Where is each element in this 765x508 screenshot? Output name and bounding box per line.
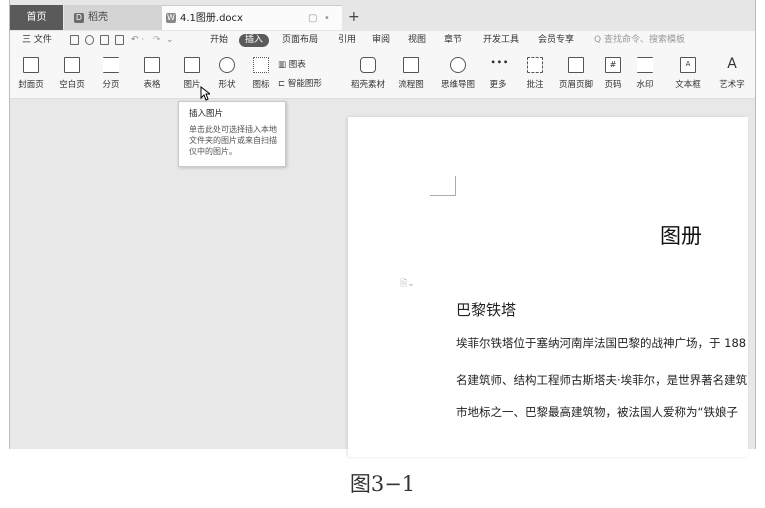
paragraph-line-3: 市地标之一、巴黎最高建筑物，被法国人爱称为“铁娘子 [456, 405, 738, 419]
tab-home-label: 首页 [26, 12, 47, 23]
shape-label: 形状 [218, 80, 236, 90]
cover-page-button[interactable]: 封面页 [10, 50, 52, 96]
print-preview-icon[interactable] [115, 35, 124, 45]
command-search[interactable]: Q 查找命令、搜索模板 [594, 31, 685, 50]
tab-docer-label: 稻壳 [88, 12, 108, 23]
mindmap-button[interactable]: 思维导图 [434, 50, 482, 96]
blank-page-button[interactable]: 空白页 [52, 50, 92, 96]
wordart-icon: A [727, 56, 737, 72]
word-doc-icon: W [166, 13, 176, 23]
more-dots-icon: ∙∙∙ [490, 57, 509, 68]
menu-chapter[interactable]: 章节 [444, 31, 462, 50]
quick-access-dropdown-icon[interactable]: ⌄ [166, 31, 174, 50]
page-number-icon: # [605, 57, 621, 73]
menu-bar: 三 文件 ↶ · ↷ ⌄ 开始 插入 页面布局 引用 审阅 视图 章节 开发工具… [10, 31, 756, 50]
smartart-button[interactable]: ⊏ 智能图形 [278, 77, 322, 89]
mindmap-icon [450, 57, 466, 73]
page-number-button[interactable]: # 页码 [598, 50, 628, 96]
redo-icon[interactable]: ↷ [153, 31, 161, 50]
menu-developer[interactable]: 开发工具 [483, 31, 519, 50]
wordart-label: 艺术字 [719, 80, 745, 90]
blank-page-icon [64, 57, 80, 73]
menu-file[interactable]: 三 文件 [22, 31, 52, 50]
chart-button[interactable]: ▥ 图表 [278, 58, 306, 70]
tab-close-dot-icon[interactable]: • [324, 6, 330, 31]
paragraph-handle-icon[interactable]: 🗎⌄ [400, 276, 415, 292]
mouse-cursor-icon [200, 86, 210, 101]
textbox-label: 文本框 [675, 80, 701, 90]
chart-label: 图表 [288, 60, 306, 70]
comment-button[interactable]: 批注 [518, 50, 552, 96]
flowchart-icon [403, 57, 419, 73]
tab-docer[interactable]: D 稻壳 [64, 5, 162, 30]
menu-member[interactable]: 会员专享 [538, 31, 574, 50]
print-icon[interactable] [100, 35, 109, 45]
page-number-label: 页码 [604, 80, 622, 90]
ribbon-insert: 封面页 空白页 分页 表格 图片 形状 图标 ▥ 图表 ⊏ 智能图形 稻壳素材 … [10, 50, 756, 99]
wordart-button[interactable]: A 艺术字 [710, 50, 754, 96]
tooltip-title: 插入图片 [189, 109, 224, 119]
comment-icon [527, 57, 543, 73]
menu-references[interactable]: 引用 [338, 31, 356, 50]
comment-label: 批注 [526, 80, 544, 90]
docer-material-label: 稻壳素材 [350, 80, 386, 90]
smartart-label: 智能图形 [287, 79, 322, 89]
new-tab-button[interactable]: + [348, 5, 360, 30]
menu-layout[interactable]: 页面布局 [282, 31, 318, 50]
insert-picture-tooltip: 插入图片 单击此处可选择插入本地文件夹的图片或来自扫描仪中的图片。 [178, 101, 286, 167]
picture-label: 图片 [183, 80, 201, 90]
menu-insert[interactable]: 插入 [239, 34, 270, 47]
tab-restore-icon[interactable]: ▢ [308, 6, 317, 31]
icon-library-label: 图标 [252, 80, 270, 90]
undo-icon[interactable]: ↶ · [131, 31, 144, 50]
mindmap-label: 思维导图 [440, 80, 476, 90]
shape-icon [219, 57, 235, 73]
header-footer-icon [568, 57, 584, 73]
cover-page-icon [23, 57, 39, 73]
tab-document[interactable]: W 4.1图册.docx ▢ • [162, 5, 342, 30]
tab-bar: 首页 D 稻壳 W 4.1图册.docx ▢ • + [10, 0, 756, 32]
page-break-button[interactable]: 分页 [92, 50, 130, 96]
header-footer-button[interactable]: 页眉页脚 [554, 50, 598, 96]
tooltip-body: 单击此处可选择插入本地文件夹的图片或来自扫描仪中的图片。 [189, 125, 277, 156]
flowchart-label: 流程图 [398, 80, 424, 90]
page-break-label: 分页 [102, 80, 120, 90]
blank-page-label: 空白页 [59, 80, 85, 90]
tab-document-label: 4.1图册.docx [180, 12, 243, 24]
outer-margin [756, 0, 765, 449]
margin-corner-mark [430, 176, 456, 196]
cover-page-label: 封面页 [18, 80, 44, 90]
figure-caption: 图3−1 [349, 472, 416, 496]
picture-icon [184, 57, 200, 73]
menu-view[interactable]: 视图 [408, 31, 426, 50]
watermark-button[interactable]: 水印 [628, 50, 662, 96]
table-label: 表格 [143, 80, 161, 90]
menu-review[interactable]: 审阅 [372, 31, 390, 50]
shape-button[interactable]: 形状 [208, 50, 246, 96]
docer-material-button[interactable]: 稻壳素材 [346, 50, 390, 96]
watermark-label: 水印 [636, 80, 654, 90]
section-heading: 巴黎铁塔 [456, 301, 517, 319]
icon-library-button[interactable]: 图标 [244, 50, 278, 96]
header-footer-label: 页眉页脚 [558, 80, 594, 90]
flowchart-button[interactable]: 流程图 [390, 50, 432, 96]
table-icon [144, 57, 160, 73]
page-break-icon [103, 57, 119, 73]
textbox-button[interactable]: A 文本框 [670, 50, 706, 96]
docer-material-icon [360, 57, 376, 73]
paragraph-line-2: 名建筑师、结构工程师古斯塔夫·埃菲尔，是世界著名建筑 [456, 373, 748, 387]
save-icon[interactable] [85, 35, 94, 45]
more-label: 更多 [489, 80, 507, 90]
tab-home[interactable]: 首页 [10, 5, 63, 30]
textbox-icon: A [680, 57, 696, 73]
docer-icon: D [74, 12, 84, 23]
menu-start[interactable]: 开始 [210, 31, 228, 50]
more-button[interactable]: ∙∙∙ 更多 [482, 50, 514, 96]
watermark-icon [637, 57, 653, 73]
document-title: 图册 [660, 224, 702, 248]
icon-library-icon [253, 57, 269, 73]
table-button[interactable]: 表格 [132, 50, 172, 96]
paragraph-line-1: 埃菲尔铁塔位于塞纳河南岸法国巴黎的战神广场，于 188 [456, 336, 747, 350]
open-icon[interactable] [70, 35, 79, 45]
